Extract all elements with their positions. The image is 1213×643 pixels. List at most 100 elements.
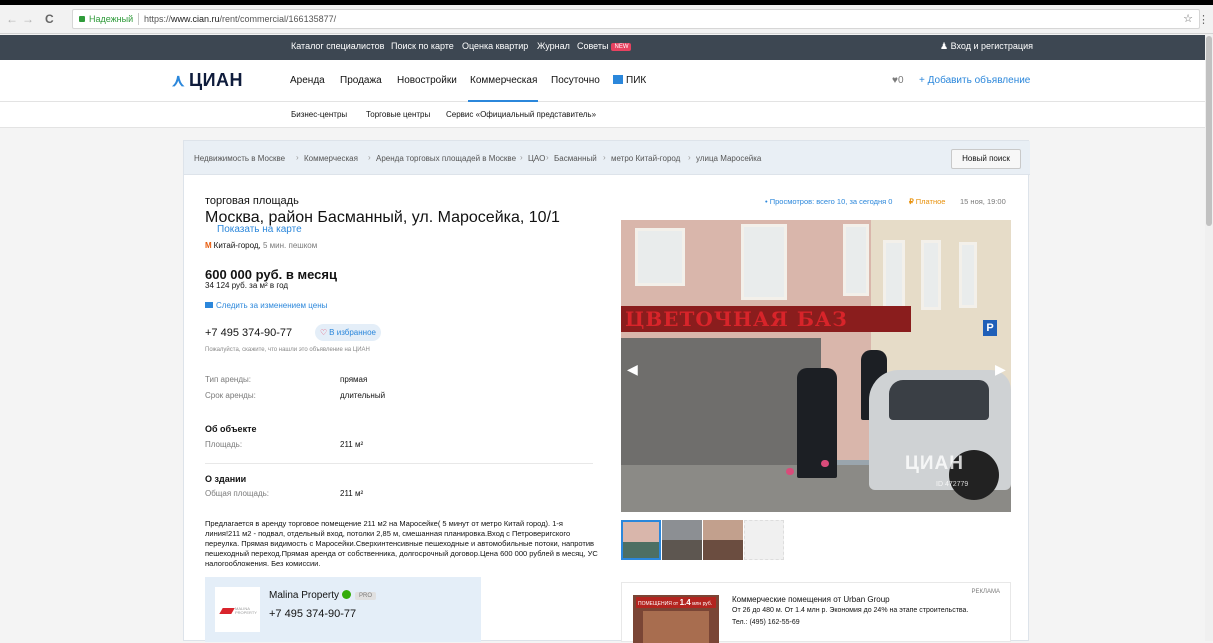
- paid-label: Платное: [915, 197, 946, 206]
- about-object-heading: Об объекте: [205, 424, 257, 434]
- total-area-label: Общая площадь:: [205, 489, 270, 498]
- ad-image-building: [643, 611, 709, 643]
- breadcrumb-chevron-icon: ›: [603, 153, 606, 162]
- url-prefix: https://: [144, 14, 172, 24]
- metro-walk-time: 5 мин. пешком: [263, 241, 318, 250]
- ad-label-prefix: ПОМЕЩЕНИЯ от: [638, 601, 679, 607]
- nav-new-buildings[interactable]: Новостройки: [397, 75, 457, 86]
- agent-logo[interactable]: MALINA PROPERTY: [215, 587, 260, 632]
- views-link[interactable]: • Просмотров: всего 10, за сегодня 0: [765, 197, 892, 206]
- rent-term-label: Срок аренды:: [205, 391, 256, 400]
- main-photo[interactable]: ЦВЕТОЧНАЯ БАЗ P ◀ ▶ ЦИАН ID 472779: [621, 220, 1011, 512]
- photo-storefront: [621, 338, 821, 478]
- total-area-value: 211 м²: [340, 489, 364, 498]
- url-path: /rent/commercial/166135877/: [219, 14, 337, 24]
- ad-label-suffix: млн руб.: [692, 601, 713, 607]
- breadcrumb-item[interactable]: Недвижимость в Москве: [194, 154, 285, 163]
- subnav-shopping-centers[interactable]: Торговые центры: [366, 110, 430, 119]
- photo-thumbnail[interactable]: [744, 520, 784, 560]
- agent-logo-mark: [219, 608, 235, 614]
- nav-commercial[interactable]: Коммерческая: [470, 75, 537, 86]
- photo-thumbnail[interactable]: [621, 520, 661, 560]
- cian-logo[interactable]: ⋏ ЦИАН: [172, 70, 243, 91]
- contact-phone[interactable]: +7 495 374-90-77: [205, 327, 292, 339]
- photo-window: [883, 240, 905, 310]
- login-link[interactable]: ♟ Вход и регистрация: [940, 41, 1033, 52]
- subnav-business-centers[interactable]: Бизнес-центры: [291, 110, 347, 119]
- area-label: Площадь:: [205, 440, 243, 449]
- favorites-link[interactable]: ♥0: [892, 75, 904, 86]
- topnav-apartment-valuation[interactable]: Оценка квартир: [462, 41, 528, 51]
- topnav-tips[interactable]: Советы NEW: [577, 41, 632, 51]
- rent-term-value: длительный: [340, 391, 386, 400]
- nav-daily[interactable]: Посуточно: [551, 75, 600, 86]
- ad-title[interactable]: Коммерческие помещения от Urban Group: [732, 595, 890, 604]
- secure-label: Надежный: [89, 14, 134, 24]
- photo-prev-arrow-icon[interactable]: ◀: [627, 361, 638, 378]
- breadcrumb-item[interactable]: Аренда торговых площадей в Москве: [376, 154, 516, 163]
- topnav-specialists[interactable]: Каталог специалистов: [291, 41, 384, 51]
- agent-phone[interactable]: +7 495 374-90-77: [269, 608, 356, 620]
- nav-pik[interactable]: ПИК: [613, 75, 646, 86]
- favorites-button-label: В избранное: [329, 328, 376, 337]
- forward-icon[interactable]: →: [22, 12, 34, 26]
- follow-price-link[interactable]: Следить за изменением цены: [205, 301, 327, 310]
- breadcrumb-item[interactable]: Басманный: [554, 154, 597, 163]
- listing-card: Недвижимость в Москве › Коммерческая › А…: [183, 140, 1030, 643]
- breadcrumb: Недвижимость в Москве › Коммерческая › А…: [184, 141, 1030, 175]
- pik-icon: [613, 75, 623, 84]
- photo-thumbnail[interactable]: [703, 520, 743, 560]
- metro-info: М Китай-город, 5 мин. пешком: [205, 241, 317, 250]
- agent-name-label: Malina Property: [269, 590, 340, 601]
- nav-sale[interactable]: Продажа: [340, 75, 382, 86]
- photo-shoe: [786, 468, 794, 475]
- main-header: ⋏ ЦИАН Аренда Продажа Новостройки Коммерч…: [0, 60, 1205, 102]
- nav-rent[interactable]: Аренда: [290, 75, 325, 86]
- paid-badge[interactable]: ₽ Платное: [909, 197, 945, 206]
- address-bar[interactable]: Надежный https://www.cian.ru/rent/commer…: [72, 9, 1200, 29]
- photo-window: [635, 228, 685, 286]
- reload-icon[interactable]: C: [45, 12, 54, 26]
- metro-name[interactable]: Китай-город,: [214, 241, 261, 250]
- verified-icon: [342, 590, 352, 599]
- photo-window: [921, 240, 941, 310]
- bookmark-star-icon[interactable]: ☆: [1183, 10, 1193, 28]
- photo-car-window: [889, 380, 989, 420]
- breadcrumb-chevron-icon: ›: [688, 153, 691, 162]
- ruble-icon: ₽: [909, 197, 914, 206]
- photo-thumbnail[interactable]: [662, 520, 702, 560]
- ad-image: ПОМЕЩЕНИЯ от 1.4 млн руб.: [633, 595, 719, 643]
- rent-type-label: Тип аренды:: [205, 375, 251, 384]
- back-icon[interactable]: ←: [6, 12, 18, 26]
- photo-shop-sign: ЦВЕТОЧНАЯ БАЗ: [621, 306, 911, 332]
- ad-label: РЕКЛАМА: [971, 589, 1000, 595]
- breadcrumb-chevron-icon: ›: [520, 153, 523, 162]
- page-scrollbar-thumb[interactable]: [1206, 36, 1212, 226]
- agent-block: MALINA PROPERTY Malina Property PRO +7 49…: [205, 577, 481, 642]
- heart-outline-icon: ♡: [320, 328, 328, 337]
- add-to-favorites-button[interactable]: ♡ В избранное: [315, 324, 381, 341]
- breadcrumb-item[interactable]: Коммерческая: [304, 154, 358, 163]
- publish-date: 15 ноя, 19:00: [960, 197, 1006, 206]
- ad-phone: Тел.: (495) 162-55-69: [732, 619, 800, 626]
- breadcrumb-item[interactable]: ЦАО: [528, 154, 545, 163]
- divider: [205, 463, 593, 464]
- breadcrumb-item[interactable]: улица Маросейка: [696, 154, 761, 163]
- breadcrumb-item[interactable]: метро Китай-город: [611, 154, 680, 163]
- photo-next-arrow-icon[interactable]: ▶: [995, 361, 1006, 378]
- breadcrumb-chevron-icon: ›: [296, 153, 299, 162]
- advertisement[interactable]: ПОМЕЩЕНИЯ от 1.4 млн руб. Коммерческие п…: [621, 582, 1011, 643]
- browser-menu-icon[interactable]: ⋮: [1198, 13, 1209, 26]
- add-ad-link[interactable]: + Добавить объявление: [919, 75, 1030, 86]
- area-value: 211 м²: [340, 440, 364, 449]
- topnav-journal[interactable]: Журнал: [537, 41, 570, 51]
- sub-nav: Бизнес-центры Торговые центры Сервис «Оф…: [0, 102, 1205, 128]
- topnav-map-search[interactable]: Поиск по карте: [391, 41, 454, 51]
- subnav-official-rep[interactable]: Сервис «Официальный представитель»: [446, 110, 596, 119]
- new-search-button[interactable]: Новый поиск: [951, 149, 1021, 169]
- topnav-tips-label: Советы: [577, 41, 609, 51]
- agent-name[interactable]: Malina Property PRO: [269, 590, 377, 601]
- ad-text: От 26 до 480 м. От 1.4 млн р. Экономия д…: [732, 607, 969, 614]
- breadcrumb-chevron-icon: ›: [546, 153, 549, 162]
- show-on-map-link[interactable]: Показать на карте: [217, 224, 302, 235]
